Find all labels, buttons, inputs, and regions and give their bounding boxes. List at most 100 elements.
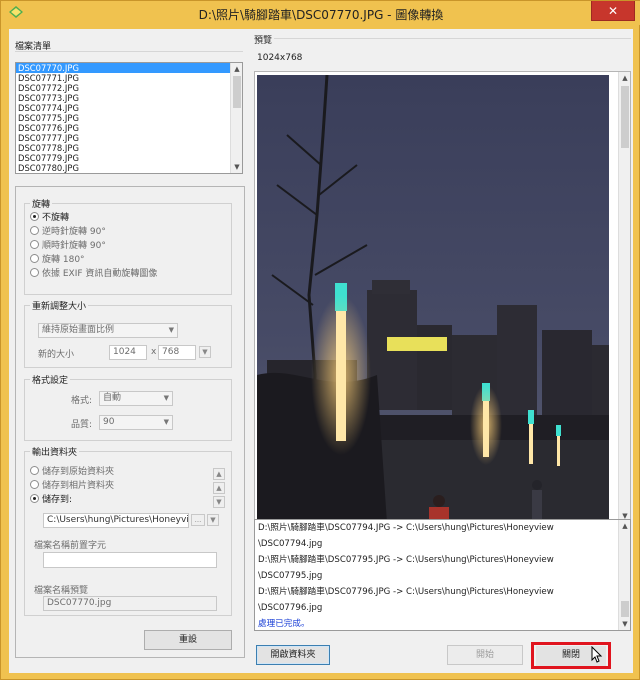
- preview-dimensions: 1024x768: [257, 53, 303, 63]
- rotate-option-ccw90[interactable]: 逆時針旋轉 90°: [30, 226, 106, 238]
- format-group-title: 格式設定: [30, 373, 71, 386]
- list-item[interactable]: DSC07774.JPG: [16, 103, 242, 113]
- rotate-option-none[interactable]: 不旋轉: [30, 212, 69, 224]
- format-select[interactable]: 自動 ▼: [99, 391, 173, 406]
- size-separator: x: [151, 347, 157, 357]
- scroll-thumb[interactable]: [621, 601, 629, 617]
- resize-mode-select[interactable]: 維持原始畫面比例 ▼: [38, 323, 178, 338]
- list-item[interactable]: DSC07778.JPG: [16, 143, 242, 153]
- list-scroll-mid-icon[interactable]: ▲: [213, 482, 225, 494]
- resize-group-title: 重新調整大小: [30, 299, 89, 312]
- log-line: D:\照片\騎腳踏車\DSC07796.JPG -> C:\Users\hung…: [258, 587, 554, 597]
- radio-label: 儲存到相片資料夾: [42, 481, 115, 491]
- radio-icon: [30, 254, 39, 263]
- path-dropdown-icon[interactable]: ▼: [207, 514, 219, 526]
- list-scroll-down-icon[interactable]: ▼: [213, 496, 225, 508]
- preview-vscrollbar[interactable]: ▲ ▼: [618, 72, 630, 522]
- radio-label: 不旋轉: [42, 213, 70, 223]
- preview-pane[interactable]: ▲ ▼ ◀ ▶: [254, 71, 631, 535]
- divider: [15, 51, 243, 52]
- list-scroll-up-icon[interactable]: ▲: [213, 468, 225, 480]
- list-item[interactable]: DSC07775.JPG: [16, 113, 242, 123]
- radio-checked-icon: [30, 494, 39, 503]
- log-scrollbar[interactable]: ▲ ▼: [618, 520, 630, 630]
- options-panel: 旋轉 不旋轉 逆時針旋轉 90° 順時針旋轉 90° 旋轉 180° 依據 EX…: [15, 186, 245, 658]
- list-item[interactable]: DSC07770.JPG: [16, 63, 242, 73]
- output-group-title: 輸出資料夾: [30, 445, 80, 458]
- radio-icon: [30, 480, 39, 489]
- radio-icon: [30, 268, 39, 277]
- rotate-group: 旋轉 不旋轉 逆時針旋轉 90° 順時針旋轉 90° 旋轉 180° 依據 EX…: [24, 197, 232, 295]
- list-item[interactable]: DSC07780.JPG: [16, 163, 242, 173]
- list-item[interactable]: DSC07776.JPG: [16, 123, 242, 133]
- list-item[interactable]: DSC07779.JPG: [16, 153, 242, 163]
- window-close-button[interactable]: ✕: [591, 1, 635, 21]
- browse-button[interactable]: ...: [191, 514, 205, 526]
- file-list[interactable]: DSC07770.JPG DSC07771.JPG DSC07772.JPG D…: [15, 62, 243, 174]
- start-button[interactable]: 開始: [447, 645, 523, 665]
- output-option-custom[interactable]: 儲存到:: [30, 494, 72, 506]
- radio-checked-icon: [30, 212, 39, 221]
- chevron-down-icon: ▼: [163, 394, 169, 402]
- log-line: D:\照片\騎腳踏車\DSC07794.JPG -> C:\Users\hung…: [258, 523, 554, 533]
- output-option-original[interactable]: 儲存到原始資料夾: [30, 466, 114, 478]
- preview-image: [257, 75, 609, 523]
- log-output[interactable]: D:\照片\騎腳踏車\DSC07794.JPG -> C:\Users\hung…: [254, 519, 631, 631]
- open-folder-button[interactable]: 開啟資料夾: [256, 645, 330, 665]
- log-done-message: 處理已完成。: [258, 619, 310, 629]
- chevron-down-icon: ▼: [163, 418, 169, 426]
- list-item[interactable]: DSC07771.JPG: [16, 73, 242, 83]
- log-line: \DSC07796.jpg: [258, 603, 323, 613]
- rotate-group-title: 旋轉: [30, 197, 53, 210]
- scroll-up-icon[interactable]: ▲: [619, 520, 630, 532]
- scroll-down-icon[interactable]: ▼: [619, 618, 630, 630]
- radio-icon: [30, 240, 39, 249]
- chevron-down-icon: ▼: [168, 326, 174, 334]
- select-value: 自動: [103, 393, 122, 403]
- format-group: 格式設定 格式: 自動 ▼ 品質: 90 ▼: [24, 373, 232, 441]
- main-window: D:\照片\騎腳踏車\DSC07770.JPG - 圖像轉換 ✕ 檔案清單 DS…: [0, 0, 640, 680]
- quality-select[interactable]: 90 ▼: [99, 415, 173, 430]
- output-option-pictures[interactable]: 儲存到相片資料夾: [30, 480, 114, 492]
- log-line: \DSC07794.jpg: [258, 539, 323, 549]
- window-title: D:\照片\騎腳踏車\DSC07770.JPG - 圖像轉換: [198, 8, 444, 22]
- rotate-option-exif[interactable]: 依據 EXIF 資訊自動旋轉圖像: [30, 268, 157, 280]
- rotate-option-cw90[interactable]: 順時針旋轉 90°: [30, 240, 106, 252]
- log-line: \DSC07795.jpg: [258, 571, 323, 581]
- select-value: 90: [103, 417, 115, 427]
- list-item[interactable]: DSC07772.JPG: [16, 83, 242, 93]
- prefix-label: 檔案名稱前置字元: [34, 541, 107, 551]
- scroll-thumb[interactable]: [621, 86, 629, 148]
- dialog-body: 檔案清單 DSC07770.JPG DSC07771.JPG DSC07772.…: [9, 29, 633, 673]
- title-bar[interactable]: D:\照片\騎腳踏車\DSC07770.JPG - 圖像轉換 ✕: [1, 1, 640, 25]
- new-size-label: 新的大小: [38, 350, 75, 360]
- output-group: 輸出資料夾 儲存到原始資料夾 儲存到相片資料夾 儲存到: ▲ ▲ ▼ C:\Us…: [24, 445, 232, 616]
- reset-button[interactable]: 重設: [144, 630, 232, 650]
- select-value: 維持原始畫面比例: [42, 325, 115, 335]
- filename-preview-value: DSC07770.jpg: [43, 596, 217, 611]
- preview-label: 預覽: [254, 36, 273, 46]
- scroll-up-icon[interactable]: ▲: [619, 72, 631, 84]
- width-input[interactable]: 1024: [109, 345, 147, 360]
- radio-label: 儲存到原始資料夾: [42, 467, 115, 477]
- radio-label: 儲存到:: [42, 495, 73, 505]
- mouse-pointer-icon: [591, 646, 603, 663]
- scroll-thumb[interactable]: [233, 76, 241, 108]
- format-label: 格式:: [71, 396, 93, 406]
- resize-group: 重新調整大小 維持原始畫面比例 ▼ 新的大小 1024 x 768 ▼: [24, 299, 232, 368]
- log-line: D:\照片\騎腳踏車\DSC07795.JPG -> C:\Users\hung…: [258, 555, 554, 565]
- divider: [274, 38, 631, 39]
- list-item[interactable]: DSC07777.JPG: [16, 133, 242, 143]
- file-list-scrollbar[interactable]: ▲ ▼: [230, 63, 242, 173]
- height-input[interactable]: 768: [158, 345, 196, 360]
- scroll-down-icon[interactable]: ▼: [231, 161, 242, 173]
- quality-label: 品質:: [71, 420, 93, 430]
- prefix-input[interactable]: [43, 552, 217, 568]
- radio-label: 逆時針旋轉 90°: [42, 227, 106, 237]
- radio-label: 旋轉 180°: [42, 255, 85, 265]
- scroll-up-icon[interactable]: ▲: [231, 63, 242, 75]
- list-item[interactable]: DSC07773.JPG: [16, 93, 242, 103]
- size-dropdown-button[interactable]: ▼: [199, 346, 211, 358]
- output-path-input[interactable]: C:\Users\hung\Pictures\Honeyview: [43, 513, 189, 528]
- rotate-option-180[interactable]: 旋轉 180°: [30, 254, 85, 266]
